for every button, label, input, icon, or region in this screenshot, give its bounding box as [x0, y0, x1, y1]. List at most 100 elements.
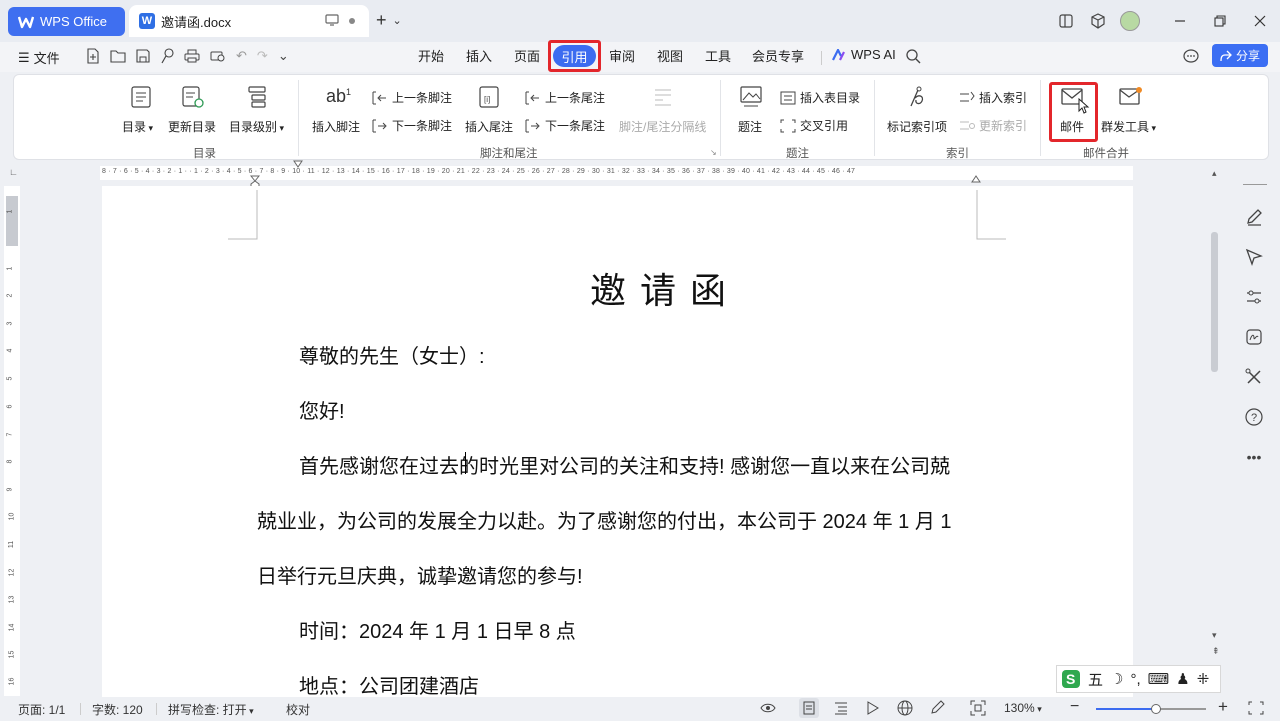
tab-references[interactable]: 引用: [553, 45, 596, 67]
zoom-out-button[interactable]: −: [1070, 698, 1079, 716]
scroll-up-icon[interactable]: ▴: [1212, 168, 1217, 179]
toc-level-button[interactable]: 目录级别 ▾: [229, 118, 284, 135]
globe-icon[interactable]: [897, 700, 913, 716]
tools-icon[interactable]: [1243, 366, 1265, 388]
event-time[interactable]: 时间：2024 年 1 月 1 日早 8 点: [299, 615, 576, 644]
tab-page[interactable]: 页面: [514, 46, 540, 65]
bulk-tools-button[interactable]: 群发工具 ▾: [1101, 118, 1156, 135]
salutation[interactable]: 尊敬的先生（女士）:: [299, 340, 485, 369]
proofread-button[interactable]: 校对: [286, 701, 310, 718]
minimize-icon[interactable]: [1160, 5, 1200, 37]
update-toc-icon[interactable]: [182, 86, 204, 108]
previous-page-icon[interactable]: ⇞: [1212, 646, 1220, 657]
restore-icon[interactable]: [1200, 5, 1240, 37]
search-icon[interactable]: [906, 49, 921, 64]
word-count[interactable]: 字数: 120: [92, 701, 143, 718]
avatar[interactable]: [1114, 5, 1146, 37]
help-icon[interactable]: ?: [1243, 406, 1265, 428]
format-painter-icon[interactable]: [160, 48, 174, 64]
event-place[interactable]: 地点：公司团建酒店: [299, 670, 479, 699]
eye-icon[interactable]: [760, 701, 776, 715]
prev-footnote-button[interactable]: 上一条脚注: [372, 89, 452, 106]
wps-ai-button[interactable]: WPS AI: [832, 47, 896, 62]
pen-icon[interactable]: [1243, 206, 1265, 228]
signature-icon[interactable]: [1243, 326, 1265, 348]
new-tab-button[interactable]: + ⌄: [376, 10, 402, 31]
new-document-icon[interactable]: [86, 48, 100, 64]
page-count[interactable]: 页面: 1/1: [18, 701, 65, 718]
outline-view-icon[interactable]: [834, 701, 848, 715]
close-icon[interactable]: [1240, 5, 1280, 37]
monitor-icon[interactable]: [325, 14, 339, 26]
update-toc-button[interactable]: 更新目录: [168, 118, 216, 135]
paragraph-line[interactable]: 兢业业，为公司的发展全力以赴。为了感谢您的付出，本公司于 2024 年 1 月 …: [257, 505, 952, 534]
tab-insert[interactable]: 插入: [466, 46, 492, 65]
ruler-number: 15: [8, 650, 16, 659]
fullscreen-icon[interactable]: [1248, 701, 1264, 715]
toc-button[interactable]: 目录 ▾: [122, 118, 153, 135]
tab-start[interactable]: 开始: [418, 46, 444, 65]
insert-footnote-button[interactable]: 插入脚注: [312, 118, 360, 135]
select-arrow-icon[interactable]: [1243, 246, 1265, 268]
play-icon[interactable]: [866, 701, 880, 715]
prev-endnote-button[interactable]: 上一条尾注: [525, 89, 605, 106]
paragraph-line[interactable]: 首先感谢您在过去的时光里对公司的关注和支持! 感谢您一直以来在公司兢: [299, 450, 950, 479]
dialog-launcher-icon[interactable]: ↘: [710, 148, 717, 157]
file-menu[interactable]: ☰ 文件: [18, 48, 60, 67]
more-icon[interactable]: •••: [1243, 446, 1265, 468]
first-line-indent-icon[interactable]: [293, 160, 303, 168]
insert-table-of-figures-button[interactable]: 插入表目录: [780, 89, 860, 106]
chevron-down-icon[interactable]: ⌄: [278, 48, 289, 64]
tab-review[interactable]: 审阅: [609, 46, 635, 65]
zoom-in-button[interactable]: +: [1218, 697, 1228, 717]
insert-endnote-icon[interactable]: [i]: [479, 86, 499, 108]
share-button[interactable]: 分享: [1212, 44, 1268, 67]
document-tab[interactable]: W 邀请函.docx: [129, 5, 369, 37]
ruler-toggle-icon[interactable]: ∟: [9, 167, 18, 177]
bulk-tools-icon[interactable]: [1119, 86, 1143, 106]
redo-icon[interactable]: ↷: [257, 48, 268, 64]
sliders-icon[interactable]: [1243, 286, 1265, 308]
wps-office-tab[interactable]: WPS Office: [8, 7, 125, 36]
print-icon[interactable]: [184, 49, 200, 63]
cube-icon[interactable]: [1082, 5, 1114, 37]
mark-entry-icon[interactable]: [906, 86, 928, 108]
toc-level-icon[interactable]: [248, 86, 268, 108]
undo-icon[interactable]: ↶: [236, 48, 247, 64]
insert-index-button[interactable]: 插入索引: [959, 89, 1027, 106]
bulk-tools-label: 群发工具: [1101, 120, 1150, 134]
paragraph-line[interactable]: 日举行元旦庆典，诚挚邀请您的参与!: [257, 560, 583, 589]
fit-page-icon[interactable]: [970, 700, 986, 716]
scroll-down-icon[interactable]: ▾: [1212, 630, 1217, 641]
insert-footnote-icon[interactable]: ab1: [326, 86, 351, 107]
caption-icon[interactable]: [740, 86, 762, 108]
cross-reference-button[interactable]: 交叉引用: [780, 117, 848, 134]
toc-icon[interactable]: [131, 86, 151, 108]
vertical-ruler[interactable]: 1 1 2 3 4 5 6 7 8 9 10 11 12 13 14 15 16: [4, 186, 20, 696]
right-indent-icon[interactable]: [971, 175, 981, 183]
ruler-number: 4: [6, 348, 14, 353]
tab-membership[interactable]: 会员专享: [752, 46, 804, 65]
zoom-level[interactable]: 130% ▾: [1004, 701, 1042, 715]
page-view-icon[interactable]: [799, 698, 819, 718]
greeting[interactable]: 您好!: [299, 395, 345, 424]
spellcheck-toggle[interactable]: 拼写检查: 打开 ▾: [168, 701, 254, 718]
input-method-bar[interactable]: S 五 ☽ °, ⌨ ♟ ⁜: [1056, 665, 1221, 693]
zoom-slider-handle[interactable]: [1151, 704, 1161, 714]
highlighter-icon[interactable]: [929, 700, 945, 716]
vertical-scrollbar[interactable]: [1211, 232, 1218, 372]
save-icon[interactable]: [136, 49, 150, 63]
next-footnote-button[interactable]: 下一条脚注: [372, 117, 452, 134]
chevron-down-icon: ▾: [1034, 704, 1042, 714]
mark-entry-button[interactable]: 标记索引项: [887, 118, 947, 135]
document-title[interactable]: 邀请函: [590, 262, 740, 314]
print-preview-icon[interactable]: [210, 49, 226, 63]
caption-button[interactable]: 题注: [738, 118, 762, 135]
tab-view[interactable]: 视图: [657, 46, 683, 65]
next-endnote-button[interactable]: 下一条尾注: [525, 117, 605, 134]
tab-tools[interactable]: 工具: [705, 46, 731, 65]
open-folder-icon[interactable]: [110, 49, 126, 63]
layout-icon[interactable]: [1050, 5, 1082, 37]
insert-endnote-button[interactable]: 插入尾注: [465, 118, 513, 135]
chat-icon[interactable]: [1183, 49, 1199, 64]
